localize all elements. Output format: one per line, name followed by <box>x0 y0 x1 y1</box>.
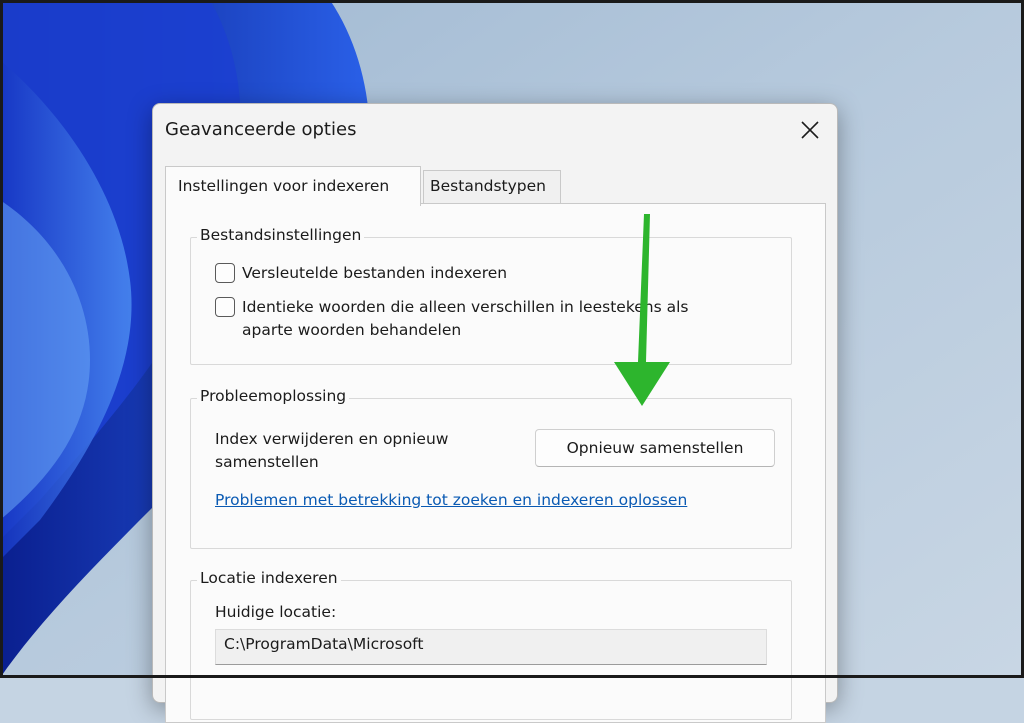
encrypted-files-label: Versleutelde bestanden indexeren <box>242 264 508 282</box>
dialog-titlebar: Geavanceerde opties <box>153 104 837 156</box>
close-icon <box>801 121 819 139</box>
dialog-title: Geavanceerde opties <box>165 119 357 140</box>
index-location-legend: Locatie indexeren <box>197 569 341 587</box>
tab-indexing-settings[interactable]: Instellingen voor indexeren <box>165 166 421 206</box>
troubleshooting-legend: Probleemoplossing <box>197 387 350 405</box>
tab-file-types[interactable]: Bestandstypen <box>423 170 561 203</box>
current-location-field[interactable]: C:\ProgramData\Microsoft <box>215 629 767 665</box>
diacritics-checkbox[interactable] <box>215 297 235 317</box>
encrypted-files-checkbox[interactable] <box>215 263 235 283</box>
rebuild-description: Index verwijderen en opnieuw samenstelle… <box>215 430 449 471</box>
file-settings-legend: Bestandsinstellingen <box>197 226 365 244</box>
current-location-label: Huidige locatie: <box>215 603 337 621</box>
close-button[interactable] <box>793 114 827 146</box>
rebuild-button[interactable]: Opnieuw samenstellen <box>535 429 775 467</box>
file-settings-group: Bestandsinstellingen Versleutelde bestan… <box>190 226 792 365</box>
troubleshooting-group: Probleemoplossing Index verwijderen en o… <box>190 387 792 549</box>
troubleshoot-search-link[interactable]: Problemen met betrekking tot zoeken en i… <box>215 491 687 509</box>
index-location-group: Locatie indexeren Huidige locatie: C:\Pr… <box>190 569 792 720</box>
indexing-settings-panel: Bestandsinstellingen Versleutelde bestan… <box>165 203 826 723</box>
advanced-options-dialog: Geavanceerde opties Instellingen voor in… <box>152 103 838 723</box>
annotation-arrow-icon <box>614 214 670 406</box>
encrypted-files-option[interactable]: Versleutelde bestanden indexeren <box>215 262 507 285</box>
